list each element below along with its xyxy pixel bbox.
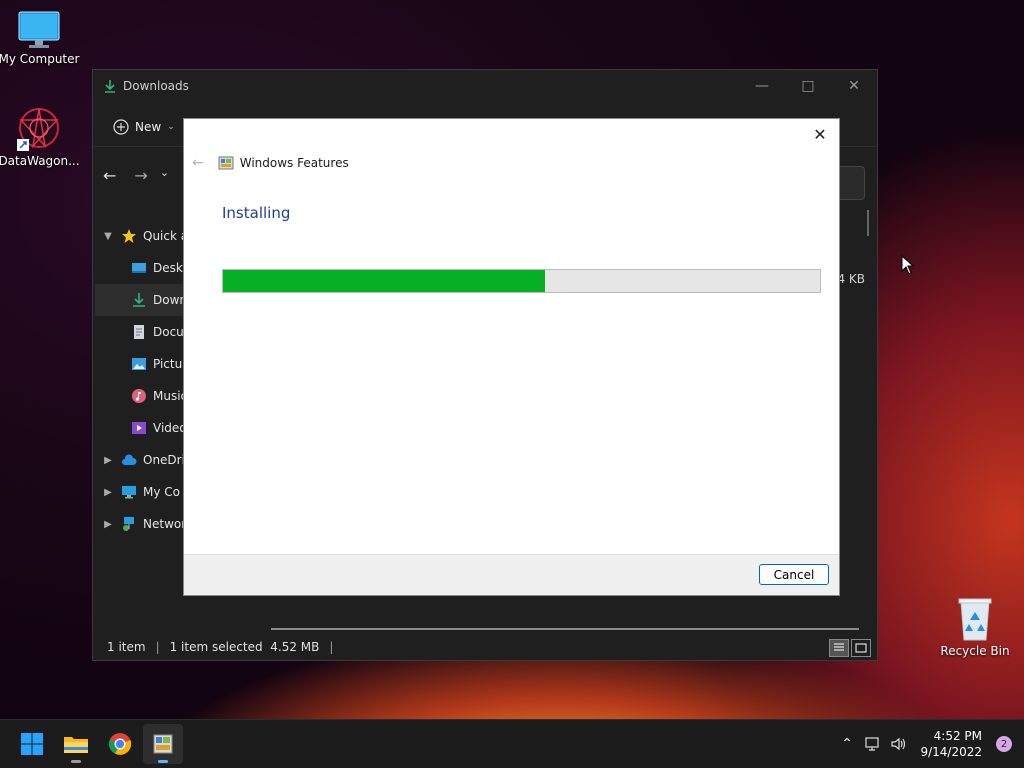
sidebar-item-downloads[interactable]: Down: [95, 284, 195, 316]
cancel-button[interactable]: Cancel: [759, 564, 829, 585]
details-view-button[interactable]: [829, 639, 849, 657]
sidebar-item-label: Networ: [143, 517, 187, 531]
windows-features-icon: [153, 734, 173, 754]
desktop-icon-recycle-bin[interactable]: Recycle Bin: [934, 596, 1016, 658]
taskbar-file-explorer[interactable]: [56, 724, 96, 764]
pictures-icon: [132, 358, 146, 370]
running-indicator: [71, 760, 81, 763]
desktop-folder-icon: [132, 263, 146, 273]
sidebar-item-label: Docu: [153, 325, 184, 339]
sidebar-item-pictures[interactable]: Pictur: [95, 348, 195, 380]
sidebar-item-onedrive[interactable]: ▶ OneDriv: [95, 444, 195, 476]
dialog-close-button[interactable]: ✕: [807, 123, 833, 145]
monitor-icon: [122, 486, 136, 499]
download-icon: [105, 80, 115, 93]
system-tray: ⌃ 4:52 PM 9/14/2022 2: [834, 720, 1024, 768]
status-bar: 1 item | 1 item selected 4.52 MB |: [93, 634, 877, 660]
sidebar-item-label: Down: [153, 293, 188, 307]
new-button[interactable]: New ⌄: [113, 119, 175, 135]
sidebar-item-desktop[interactable]: Deskto: [95, 252, 195, 284]
chevron-down-icon[interactable]: ▼: [101, 231, 115, 242]
network-icon: [123, 517, 134, 531]
sidebar-item-documents[interactable]: Docu: [95, 316, 195, 348]
file-size-cell: 4 KB: [837, 272, 865, 286]
document-icon: [134, 325, 144, 339]
sidebar-item-label: My Co: [143, 485, 180, 499]
taskbar: ⌃ 4:52 PM 9/14/2022 2: [0, 719, 1024, 768]
back-arrow-icon[interactable]: ←: [192, 155, 204, 171]
status-selection: 1 item selected 4.52 MB: [169, 640, 320, 654]
status-separator: |: [329, 640, 334, 654]
desktop-icon-label: DataWagon...: [0, 154, 80, 168]
chevron-right-icon[interactable]: ▶: [101, 519, 115, 530]
tiles-view-icon: [855, 643, 867, 653]
sidebar-item-music[interactable]: Music: [95, 380, 195, 412]
windows-logo-icon: [21, 733, 43, 755]
explorer-title: Downloads: [123, 79, 189, 93]
cloud-icon: [122, 454, 137, 465]
details-view-icon: [834, 643, 844, 651]
desktop-icon-label: My Computer: [0, 52, 80, 66]
chrome-icon: [108, 733, 132, 755]
install-progress-bar: [222, 269, 821, 293]
dialog-footer: Cancel: [184, 554, 839, 595]
progress-fill: [223, 270, 546, 292]
music-icon: [132, 389, 146, 403]
chevron-right-icon[interactable]: ▶: [101, 487, 115, 498]
download-icon: [133, 293, 145, 307]
new-button-label: New: [135, 120, 162, 134]
plus-circle-icon: [113, 119, 129, 135]
chevron-up-icon[interactable]: ⌃: [834, 736, 860, 752]
datawagon-shortcut-icon: [17, 108, 59, 151]
desktop-icon-label: Recycle Bin: [940, 644, 1010, 658]
column-divider: [867, 210, 869, 236]
recycle-bin-icon: [958, 598, 992, 641]
sidebar-item-label: Quick a: [143, 229, 189, 243]
chevron-down-icon: ⌄: [167, 122, 175, 132]
desktop-icon-datawagon[interactable]: DataWagon...: [0, 106, 80, 168]
minimize-button[interactable]: —: [739, 70, 785, 102]
maximize-button[interactable]: □: [785, 70, 831, 102]
folder-icon: [64, 737, 88, 753]
clock[interactable]: 4:52 PM 9/14/2022: [912, 728, 982, 760]
tiles-view-button[interactable]: [851, 639, 871, 657]
status-separator: |: [155, 640, 160, 654]
recent-chevron-icon[interactable]: ⌄: [160, 166, 169, 185]
windows-features-icon: [218, 156, 234, 170]
monitor-icon: [18, 11, 60, 48]
taskbar-windows-features[interactable]: [143, 724, 183, 764]
chevron-right-icon[interactable]: ▶: [101, 455, 115, 466]
volume-icon[interactable]: [886, 736, 912, 752]
notification-badge[interactable]: 2: [996, 736, 1012, 752]
sidebar-item-network[interactable]: ▶ Networ: [95, 508, 195, 540]
sidebar-item-quick-access[interactable]: ▼ Quick a: [95, 220, 195, 252]
dialog-heading: Installing: [222, 204, 291, 222]
navigation-pane: ▼ Quick a Deskto Down Docu Pictur Music …: [95, 220, 195, 540]
windows-features-dialog[interactable]: ✕ ← Windows Features Installing Cancel: [183, 118, 840, 596]
desktop-icon-my-computer[interactable]: My Computer: [0, 10, 80, 66]
clock-time: 4:52 PM: [933, 729, 982, 743]
mouse-cursor-icon: [901, 255, 915, 275]
active-indicator: [158, 760, 168, 763]
sidebar-item-my-computer[interactable]: ▶ My Co: [95, 476, 195, 508]
star-icon: [122, 229, 136, 243]
view-toggle: [829, 639, 871, 657]
horizontal-scrollbar[interactable]: [271, 628, 859, 630]
clock-date: 9/14/2022: [920, 745, 982, 759]
sidebar-item-videos[interactable]: Video:: [95, 412, 195, 444]
close-button[interactable]: ✕: [831, 70, 877, 102]
status-item-count: 1 item: [107, 640, 146, 654]
forward-arrow-icon[interactable]: →: [134, 166, 147, 185]
start-button[interactable]: [12, 724, 52, 764]
back-arrow-icon[interactable]: ←: [103, 166, 116, 185]
video-icon: [132, 422, 146, 434]
dialog-app-title: Windows Features: [239, 156, 349, 170]
dialog-header: ← Windows Features: [192, 155, 349, 171]
taskbar-chrome[interactable]: [100, 724, 140, 764]
network-status-icon[interactable]: [860, 736, 886, 752]
explorer-nav-buttons: ← → ⌄: [103, 166, 169, 185]
